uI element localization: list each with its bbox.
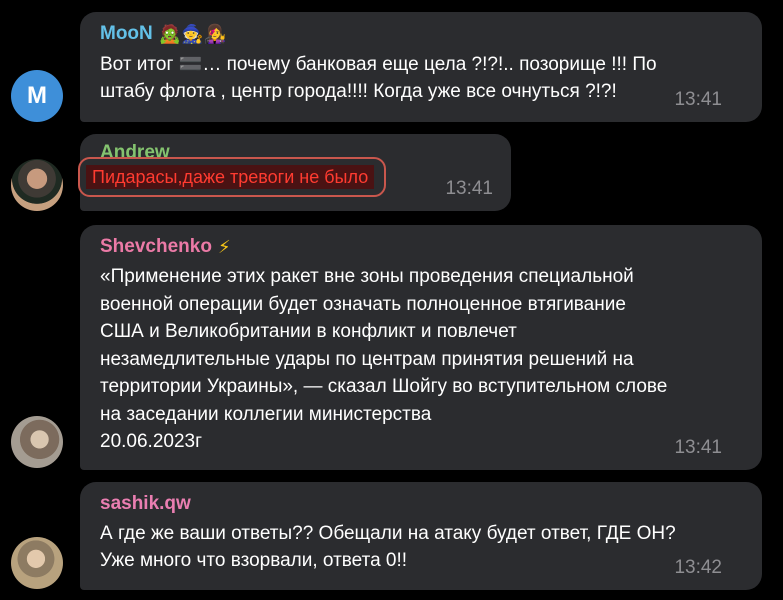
message-bubble[interactable]: sashik.qw А где же ваши ответы?? Обещали… bbox=[80, 482, 762, 590]
avatar-letter: M bbox=[27, 82, 47, 109]
sender-name[interactable]: Shevchenko bbox=[100, 235, 212, 259]
message-bubble[interactable]: Andrew Пидарасы,даже тревоги не было 13:… bbox=[78, 134, 511, 211]
message-time: 13:42 bbox=[674, 557, 722, 578]
lightning-icon: ⚡ bbox=[217, 237, 231, 257]
message-bubble[interactable]: Shevchenko ⚡ «Применение этих ракет вне … bbox=[80, 225, 762, 470]
sender-name[interactable]: sashik.qw bbox=[100, 492, 191, 516]
sender-name[interactable]: MooN bbox=[100, 22, 153, 46]
chat-message-list: M MooN 🧟🧙👩‍🎤 Вот итог 🟰… почему банковая… bbox=[0, 0, 783, 600]
message-text: «Применение этих ракет вне зоны проведен… bbox=[100, 266, 668, 452]
sender-row: Shevchenko ⚡ bbox=[100, 235, 742, 259]
message-time: 13:41 bbox=[445, 178, 493, 199]
avatar[interactable] bbox=[11, 537, 63, 589]
avatar[interactable] bbox=[11, 416, 63, 468]
message-text: Вот итог 🟰… почему банковая еще цела ?!?… bbox=[100, 54, 657, 102]
sender-emoji: 🧟🧙👩‍🎤 bbox=[158, 24, 227, 44]
avatar[interactable] bbox=[11, 159, 63, 211]
sender-row: MooN 🧟🧙👩‍🎤 bbox=[100, 22, 742, 46]
avatar[interactable]: M bbox=[11, 70, 63, 122]
message-highlight: Пидарасы,даже тревоги не было bbox=[78, 157, 387, 197]
message-time: 13:41 bbox=[674, 89, 722, 110]
message-time: 13:41 bbox=[674, 437, 722, 458]
message-text: Пидарасы,даже тревоги не было bbox=[86, 165, 375, 189]
sender-row: sashik.qw bbox=[100, 492, 742, 516]
message-bubble[interactable]: MooN 🧟🧙👩‍🎤 Вот итог 🟰… почему банковая е… bbox=[80, 12, 762, 122]
message-text: А где же ваши ответы?? Обещали на атаку … bbox=[100, 523, 676, 571]
